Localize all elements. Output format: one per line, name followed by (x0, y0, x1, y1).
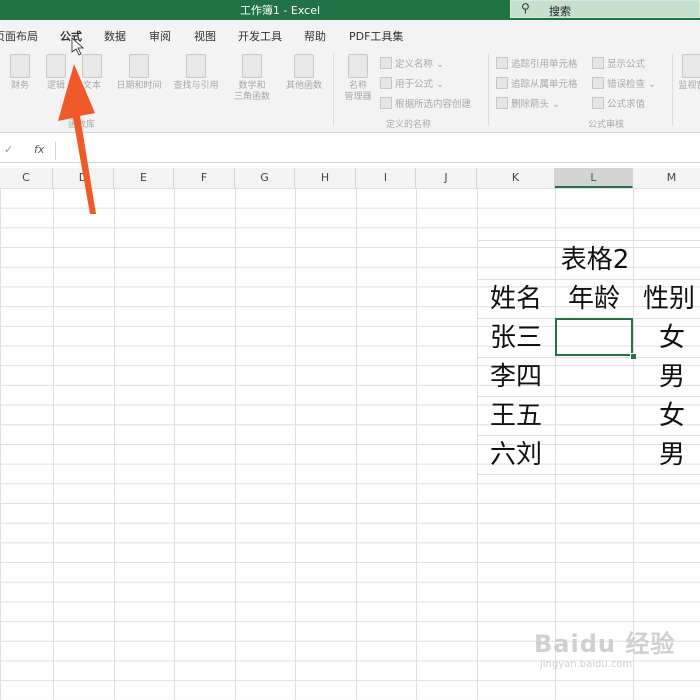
math-button[interactable]: 数学和 三角函数 (228, 54, 276, 103)
trace-icon (496, 57, 508, 69)
search-icon: ⚲ (521, 1, 530, 15)
logical-button[interactable]: 逻辑 (36, 54, 76, 92)
trace-precedents-button[interactable]: 追踪引用单元格 (496, 56, 578, 70)
column-header-l[interactable]: L (555, 168, 633, 188)
group-label-names: 定义的名称 (386, 120, 432, 130)
group-label-audit: 公式审核 (588, 120, 625, 130)
group-separator (333, 54, 334, 126)
text-icon (82, 54, 102, 78)
column-header-f[interactable]: F (174, 168, 235, 188)
tab-data[interactable]: 数据 (104, 28, 126, 44)
create-from-selection-button[interactable]: 根据所选内容创建 (380, 96, 471, 110)
table-cell[interactable] (555, 397, 633, 435)
column-header-e[interactable]: E (114, 168, 174, 188)
watch-window-icon (682, 54, 700, 78)
header-age[interactable]: 年龄 (555, 280, 633, 318)
column-header-d[interactable]: D (53, 168, 114, 188)
theta-icon (242, 54, 262, 78)
warning-icon (592, 77, 604, 89)
tab-formulas[interactable]: 公式 (60, 28, 82, 44)
column-header-k[interactable]: K (477, 168, 555, 188)
column-header-g[interactable]: G (235, 168, 295, 188)
formula-bar-divider (55, 142, 56, 160)
column-header-h[interactable]: H (295, 168, 356, 188)
evaluate-formula-button[interactable]: 公式求值 (592, 96, 645, 110)
fill-handle[interactable] (630, 353, 637, 360)
trace-dependents-button[interactable]: 追踪从属单元格 (496, 76, 578, 90)
enter-check-icon[interactable]: ✓ (4, 143, 13, 156)
insert-function-button[interactable]: fx (34, 143, 44, 156)
table-cell[interactable]: 男 (633, 358, 700, 396)
finance-button[interactable]: 财务 (0, 54, 40, 92)
table-cell[interactable]: 李四 (477, 358, 555, 396)
worksheet: C D E F G H I J K L M 表格2 姓名 年龄 性别 张三 女 … (0, 168, 700, 700)
column-header-j[interactable]: J (416, 168, 477, 188)
header-name[interactable]: 姓名 (477, 280, 555, 318)
tab-view[interactable]: 视图 (194, 28, 216, 44)
error-checking-button[interactable]: 错误检查 ⌄ (592, 76, 656, 90)
table-cell[interactable]: 王五 (477, 397, 555, 435)
tab-help[interactable]: 帮助 (304, 28, 326, 44)
text-button[interactable]: 文本 (72, 54, 112, 92)
lookup-button[interactable]: 查找与引用 (170, 54, 222, 92)
tag-icon (348, 54, 368, 78)
ribbon-tab-bar: 页面布局 公式 数据 审阅 视图 开发工具 帮助 PDF工具集 (0, 20, 700, 66)
table-title[interactable]: 表格2 (533, 241, 657, 279)
remove-arrows-icon (496, 97, 508, 109)
table-cell[interactable] (555, 358, 633, 396)
calendar-icon (129, 54, 149, 78)
column-header-c[interactable]: C (0, 168, 53, 188)
more-functions-icon (294, 54, 314, 78)
tab-pdf-tools[interactable]: PDF工具集 (349, 28, 403, 44)
column-header-m[interactable]: M (633, 168, 700, 188)
evaluate-icon (592, 97, 604, 109)
remove-arrows-button[interactable]: 删除箭头 ⌄ (496, 96, 560, 110)
title-bar: 工作簿1 - Excel ⚲ 搜索 (0, 0, 700, 20)
table-cell[interactable]: 女 (633, 319, 700, 357)
tab-review[interactable]: 审阅 (149, 28, 171, 44)
formula-icon (380, 77, 392, 89)
use-in-formula-button[interactable]: 用于公式 ⌄ (380, 76, 444, 90)
table-cell[interactable]: 张三 (477, 319, 555, 357)
table-cell[interactable]: 女 (633, 397, 700, 435)
group-label-library: 函数库 (68, 120, 96, 130)
window-title: 工作簿1 - Excel (239, 4, 321, 17)
table-cell[interactable]: 六刘 (477, 436, 555, 474)
show-formulas-icon (592, 57, 604, 69)
define-name-button[interactable]: 定义名称 ⌄ (380, 56, 444, 70)
trace-icon (496, 77, 508, 89)
table-cell[interactable] (555, 436, 633, 474)
finance-icon (10, 54, 30, 78)
table-cell[interactable]: 男 (633, 436, 700, 474)
grid-icon (380, 97, 392, 109)
column-header-i[interactable]: I (356, 168, 416, 188)
header-gender[interactable]: 性别 (633, 280, 700, 318)
group-separator (488, 54, 489, 126)
datetime-button[interactable]: 日期和时间 (116, 54, 162, 92)
search-box[interactable]: ⚲ 搜索 (510, 0, 700, 18)
tab-developer[interactable]: 开发工具 (238, 28, 282, 44)
logical-icon (46, 54, 66, 78)
formula-bar: ✓ fx (0, 140, 700, 163)
ribbon: 财务 逻辑 文本 日期和时间 查找与引用 数学和 三角函数 其他函数 函数库 名… (0, 48, 700, 133)
tag-icon (380, 57, 392, 69)
search-placeholder: 搜索 (549, 5, 571, 18)
name-manager-button[interactable]: 名称 管理器 (338, 54, 378, 103)
show-formulas-button[interactable]: 显示公式 (592, 56, 645, 70)
group-separator (672, 54, 673, 126)
column-header-row: C D E F G H I J K L M (0, 168, 700, 189)
watermark-logo: Baidu 经验 jingyan.baidu.com (534, 630, 676, 670)
tab-page-layout[interactable]: 页面布局 (0, 28, 38, 44)
watch-window-button[interactable]: 监视窗 (674, 54, 700, 92)
magnifier-icon (186, 54, 206, 78)
selected-cell[interactable] (555, 318, 633, 356)
more-functions-button[interactable]: 其他函数 (282, 54, 326, 92)
